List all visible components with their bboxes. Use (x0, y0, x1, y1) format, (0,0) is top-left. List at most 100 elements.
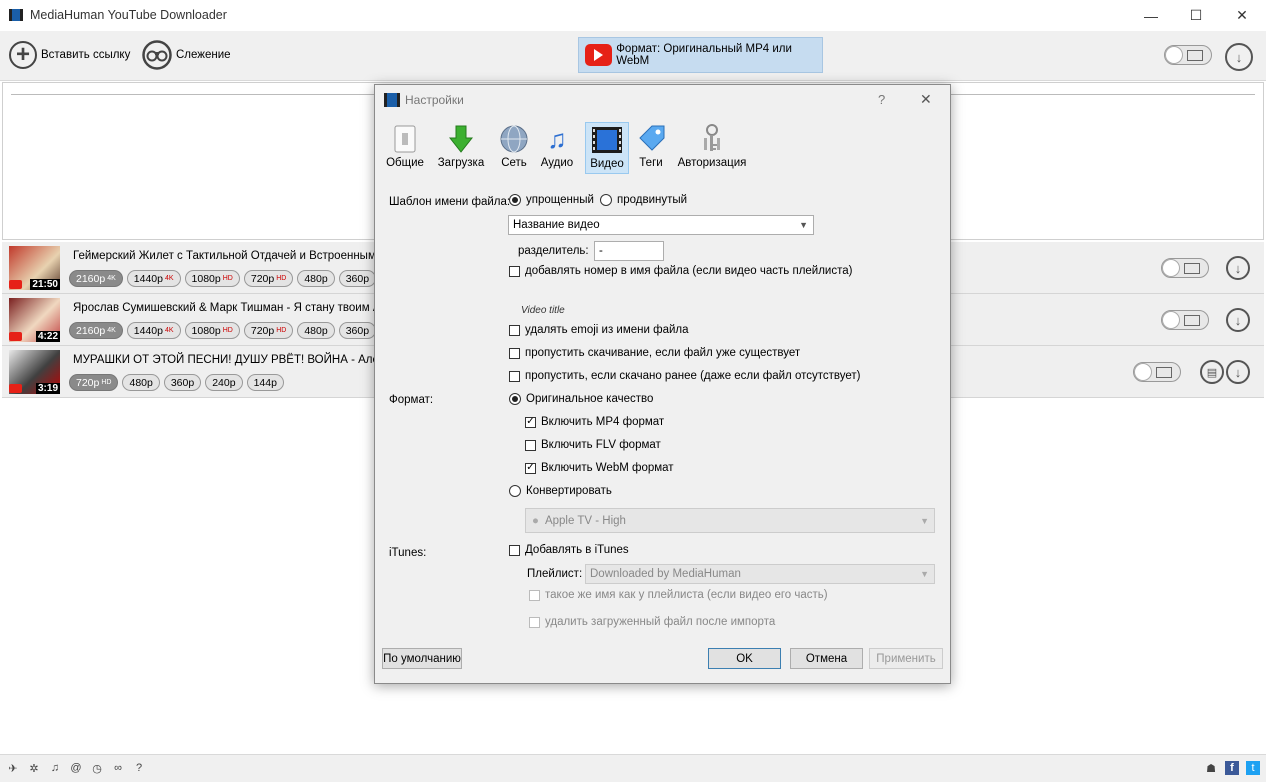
same-name-checkbox[interactable]: такое же имя как у плейлиста (если видео… (529, 589, 828, 601)
quality-pill[interactable]: 720p HD (69, 374, 119, 391)
convert-radio[interactable]: Конвертировать (509, 485, 612, 497)
spy-icon[interactable]: ☗ (1204, 761, 1218, 775)
quality-pill[interactable]: 360p (338, 270, 377, 287)
quality-label: 480p (129, 376, 153, 389)
minimize-button[interactable]: — (1128, 0, 1174, 31)
mp4-checkbox[interactable]: ✓ Включить MP4 формат (525, 416, 664, 428)
quality-badge: HD (222, 275, 233, 282)
video-title: Ярослав Сумишевский & Марк Тишман - Я ст… (73, 302, 398, 314)
defaults-button[interactable]: По умолчанию (382, 648, 462, 669)
quality-pill[interactable]: 720p HD (243, 270, 294, 287)
cancel-button[interactable]: Отмена (790, 648, 863, 669)
quality-pill[interactable]: 480p (297, 270, 335, 287)
tab-video[interactable]: Видео (585, 122, 629, 174)
quality-pill[interactable]: 240p (205, 374, 243, 391)
youtube-icon (585, 44, 613, 66)
tab-audio[interactable]: ♫ Аудио (538, 122, 576, 174)
quality-pill[interactable]: 2160p 4K (69, 270, 123, 287)
quality-pill[interactable]: 720p HD (243, 322, 294, 339)
video-title: МУРАШКИ ОТ ЭТОЙ ПЕСНИ! ДУШУ РВЁТ! ВОЙНА … (73, 354, 410, 366)
quality-pill[interactable]: 480p (122, 374, 160, 391)
tab-authorization[interactable]: Авторизация (677, 122, 747, 174)
playlist-value: Downloaded by MediaHuman (590, 568, 741, 580)
quality-pill[interactable]: 480p (297, 322, 335, 339)
tracking-button[interactable]: Слежение (142, 40, 231, 70)
webm-label: Включить WebM формат (541, 462, 674, 474)
download-arrow-icon: ↓ (1234, 364, 1242, 380)
add-number-checkbox[interactable]: добавлять номер в имя файла (если видео … (509, 265, 852, 277)
video-mode-toggle[interactable] (1161, 258, 1209, 278)
snail-icon[interactable]: @ (69, 761, 83, 775)
download-button[interactable]: ↓ (1226, 360, 1250, 384)
webm-checkbox[interactable]: ✓ Включить WebM формат (525, 462, 674, 474)
add-itunes-checkbox[interactable]: Добавлять в iTunes (509, 544, 629, 556)
quality-pill[interactable]: 2160p 4K (69, 322, 123, 339)
skip-downloaded-checkbox[interactable]: пропустить, если скачано ранее (даже есл… (509, 370, 860, 382)
dialog-close-button[interactable]: ✕ (920, 91, 932, 108)
tab-download[interactable]: Загрузка (436, 122, 486, 174)
convert-label: Конвертировать (526, 485, 612, 497)
video-mode-toggle[interactable] (1164, 45, 1212, 65)
video-mode-toggle[interactable] (1161, 310, 1209, 330)
quality-label: 360p (345, 272, 370, 285)
apply-button[interactable]: Применить (869, 648, 943, 669)
send-icon[interactable]: ✈ (6, 761, 20, 775)
tab-network[interactable]: Сеть (496, 122, 532, 174)
download-button[interactable]: ↓ (1226, 308, 1250, 332)
convert-preset-select[interactable]: ● Apple TV - High ▼ (525, 508, 935, 533)
facebook-icon[interactable]: f (1225, 761, 1239, 775)
download-all-button[interactable]: ↓ (1225, 43, 1253, 71)
quality-label: 1080p (191, 324, 221, 337)
video-duration: 21:50 (30, 279, 60, 290)
quality-pill[interactable]: 1440p 4K (126, 322, 181, 339)
quality-pill[interactable]: 1440p 4K (126, 270, 181, 287)
close-button[interactable]: ✕ (1219, 0, 1265, 31)
video-mode-toggle[interactable] (1133, 362, 1181, 382)
quality-pill[interactable]: 144p (246, 374, 284, 391)
original-quality-label: Оригинальное качество (526, 393, 654, 405)
help-icon[interactable]: ? (132, 761, 146, 775)
separator-input[interactable]: - (594, 241, 664, 261)
flv-checkbox[interactable]: Включить FLV формат (525, 439, 661, 451)
settings-gear-icon[interactable]: ✲ (27, 761, 41, 775)
quality-pill[interactable]: 1080p HD (184, 270, 240, 287)
status-bar: ✈ ✲ ♫ @ ◷ ∞ ? ☗ f t (0, 754, 1266, 782)
quality-label: 1080p (191, 272, 221, 285)
quality-pill[interactable]: 360p (338, 322, 377, 339)
format-button[interactable]: Формат: Оригинальный MP4 или WebM (578, 37, 823, 73)
playlist-select[interactable]: Downloaded by MediaHuman ▼ (585, 564, 935, 584)
music-note-icon[interactable]: ♫ (48, 761, 62, 775)
simple-radio[interactable]: упрощенный (509, 194, 594, 206)
itunes-section-label: iTunes: (389, 547, 427, 559)
help-button[interactable]: ? (878, 92, 885, 107)
binoculars-icon[interactable]: ∞ (111, 761, 125, 775)
skip-exists-checkbox[interactable]: пропустить скачивание, если файл уже сущ… (509, 347, 800, 359)
skip-downloaded-label: пропустить, если скачано ранее (даже есл… (525, 370, 861, 382)
clock-icon[interactable]: ◷ (90, 761, 104, 775)
quality-label: 720p (250, 324, 275, 337)
document-button[interactable]: ▤ (1200, 360, 1224, 384)
ok-button[interactable]: OK (708, 648, 781, 669)
delete-after-checkbox[interactable]: удалить загруженный файл после импорта (529, 616, 775, 628)
remove-emoji-checkbox[interactable]: удалять emoji из имени файла (509, 324, 689, 336)
twitter-icon[interactable]: t (1246, 761, 1260, 775)
filename-field-select[interactable]: Название видео ▼ (508, 215, 814, 235)
quality-label: 480p (304, 272, 328, 285)
tracking-label: Слежение (176, 49, 231, 61)
separator-label: разделитель: (518, 245, 589, 257)
maximize-button[interactable]: ☐ (1173, 0, 1219, 31)
tab-general[interactable]: Общие (384, 122, 426, 174)
tag-icon (636, 125, 666, 153)
tab-tags[interactable]: Теги (634, 122, 668, 174)
quality-pill[interactable]: 1080p HD (184, 322, 240, 339)
quality-pill[interactable]: 360p (163, 374, 202, 391)
download-button[interactable]: ↓ (1226, 256, 1250, 280)
tab-video-label: Видео (590, 158, 624, 170)
video-thumbnail: 4:22 (9, 298, 60, 342)
quality-label: 360p (345, 324, 370, 337)
advanced-radio[interactable]: продвинутый (600, 194, 687, 206)
original-quality-radio[interactable]: Оригинальное качество (509, 393, 653, 405)
tab-audio-label: Аудио (540, 157, 574, 169)
paste-link-button[interactable]: + Вставить ссылку (9, 41, 130, 69)
filename-preview: Video title (521, 305, 565, 316)
